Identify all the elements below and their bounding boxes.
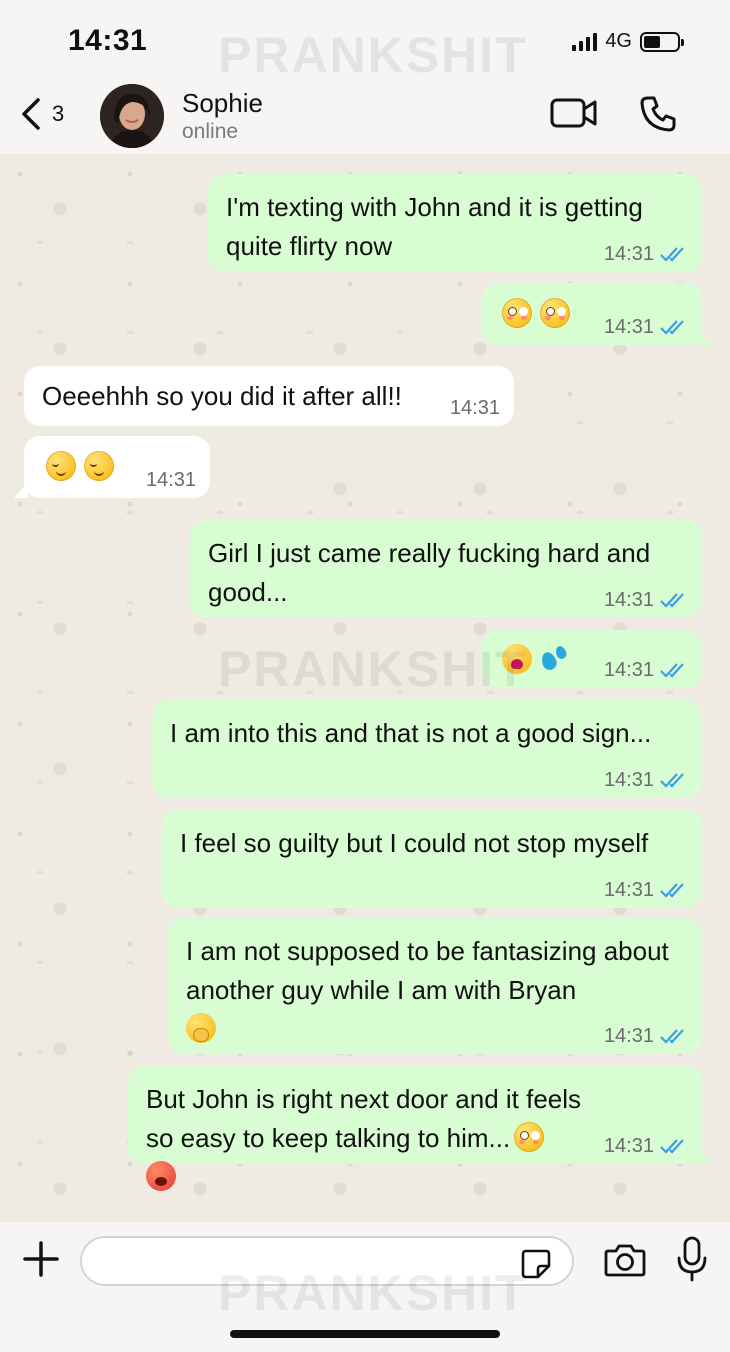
- voice-call-button[interactable]: [638, 94, 678, 139]
- avatar[interactable]: [100, 84, 164, 148]
- message-meta: 14:31: [604, 660, 688, 680]
- phone-icon: [640, 96, 676, 132]
- weary-face-icon: [502, 644, 532, 674]
- avatar-image: [100, 84, 164, 148]
- message-outgoing[interactable]: I am into this and that is not a good si…: [152, 700, 702, 798]
- message-time: 14:31: [603, 1135, 654, 1157]
- signal-icon: [572, 32, 598, 51]
- flushed-face-icon: [540, 298, 570, 328]
- message-text: I am into this and that is not a good si…: [170, 718, 652, 748]
- message-time: 14:31: [145, 469, 196, 491]
- double-check-icon: [660, 593, 684, 608]
- double-check-icon: [660, 1029, 684, 1044]
- status-time: 14:31: [68, 24, 148, 57]
- home-indicator[interactable]: [230, 1330, 500, 1338]
- message-time: 14:31: [603, 589, 654, 611]
- chevron-left-icon: [22, 98, 40, 130]
- battery-icon: [640, 31, 684, 52]
- chat-area[interactable]: I'm texting with John and it is getting …: [0, 154, 730, 1222]
- chat-header: 3 Sophie online: [0, 82, 730, 154]
- double-check-icon: [660, 320, 684, 335]
- message-time: 14:31: [603, 659, 654, 681]
- double-check-icon: [660, 1139, 684, 1154]
- message-meta: 14:31: [146, 470, 196, 490]
- message-outgoing[interactable]: 14:31: [482, 283, 712, 345]
- sticker-icon: [521, 1249, 551, 1279]
- message-outgoing[interactable]: Girl I just came really fucking hard and…: [190, 520, 702, 618]
- message-input[interactable]: [80, 1236, 574, 1286]
- network-type: 4G: [605, 30, 632, 52]
- message-meta: 14:31: [604, 1136, 688, 1156]
- relieved-face-icon: [46, 451, 76, 481]
- hot-face-icon: [146, 1161, 176, 1191]
- face-with-hand-over-mouth-icon: [186, 1013, 216, 1043]
- unread-count: 3: [52, 101, 65, 126]
- camera-icon: [604, 1244, 646, 1277]
- contact-status: online: [182, 120, 239, 143]
- relieved-face-icon: [84, 451, 114, 481]
- double-check-icon: [660, 663, 684, 678]
- message-incoming[interactable]: Oeeehhh so you did it after all!! 14:31: [24, 366, 514, 426]
- message-meta: 14:31: [604, 880, 688, 900]
- message-meta: 14:31: [604, 244, 688, 264]
- message-incoming[interactable]: 14:31: [14, 436, 210, 498]
- attach-button[interactable]: [22, 1240, 60, 1283]
- message-text: I feel so guilty but I could not stop my…: [180, 828, 649, 858]
- flushed-face-icon: [502, 298, 532, 328]
- double-check-icon: [660, 247, 684, 262]
- message-time: 14:31: [603, 1025, 654, 1047]
- message-text: Oeeehhh so you did it after all!!: [42, 381, 402, 411]
- status-bar: 14:31 4G: [0, 0, 730, 82]
- message-text: I am not supposed to be fantasizing abou…: [186, 936, 669, 1005]
- message-meta: 14:31: [604, 317, 688, 337]
- video-camera-icon: [550, 98, 597, 128]
- message-meta: 14:31: [604, 1026, 688, 1046]
- video-call-button[interactable]: [550, 96, 598, 135]
- message-outgoing[interactable]: I feel so guilty but I could not stop my…: [162, 810, 702, 908]
- message-outgoing[interactable]: 14:31: [482, 630, 702, 688]
- message-outgoing[interactable]: I'm texting with John and it is getting …: [208, 174, 702, 272]
- sticker-button[interactable]: [520, 1248, 552, 1285]
- message-time: 14:31: [449, 397, 500, 419]
- microphone-button[interactable]: [676, 1236, 708, 1287]
- flushed-face-icon: [514, 1122, 545, 1152]
- message-meta: 14:31: [604, 770, 688, 790]
- message-meta: 14:31: [450, 398, 500, 418]
- double-check-icon: [660, 883, 684, 898]
- message-time: 14:31: [603, 243, 654, 265]
- camera-button[interactable]: [604, 1242, 646, 1283]
- plus-icon: [23, 1241, 59, 1277]
- double-check-icon: [660, 773, 684, 788]
- status-indicators: 4G: [572, 30, 684, 53]
- message-time: 14:31: [603, 879, 654, 901]
- sweat-droplets-icon: [540, 644, 570, 674]
- message-time: 14:31: [603, 316, 654, 338]
- microphone-icon: [677, 1236, 707, 1282]
- message-time: 14:31: [603, 769, 654, 791]
- contact-name[interactable]: Sophie: [182, 88, 263, 119]
- message-outgoing[interactable]: I am not supposed to be fantasizing abou…: [168, 918, 702, 1054]
- composer-bar: [0, 1222, 730, 1352]
- message-outgoing[interactable]: But John is right next door and it feels…: [128, 1066, 712, 1191]
- back-button[interactable]: 3: [20, 96, 64, 132]
- message-meta: 14:31: [604, 590, 688, 610]
